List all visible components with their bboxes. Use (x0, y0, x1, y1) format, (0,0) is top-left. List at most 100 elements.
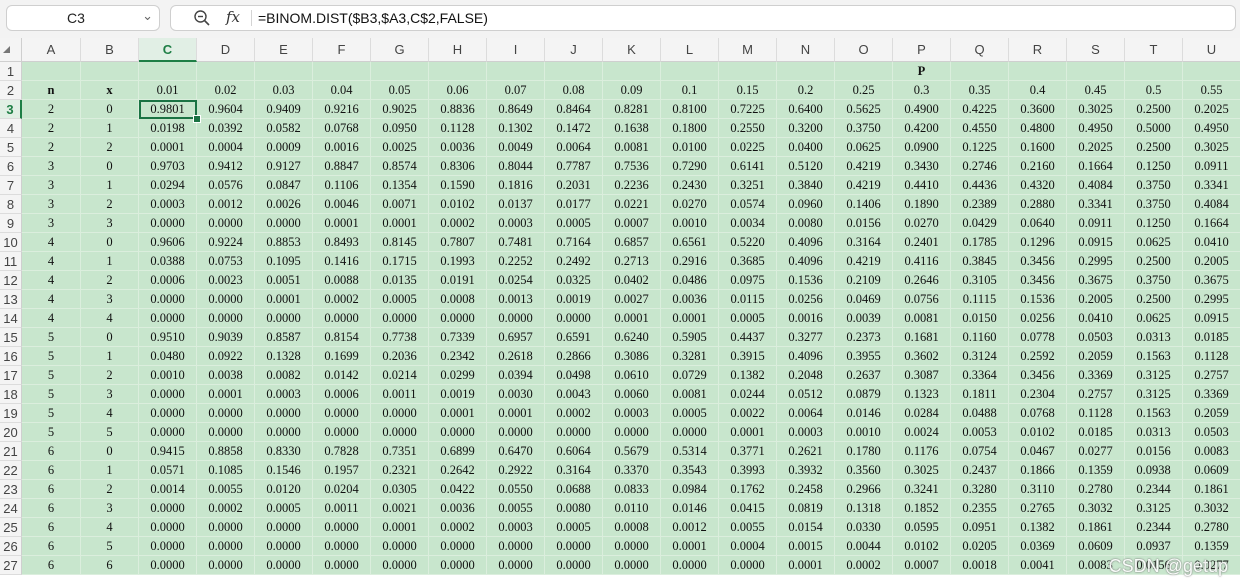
cell-r22[interactable]: 0.1866 (1009, 461, 1067, 480)
cell-r24[interactable]: 0.2765 (1009, 499, 1067, 518)
cell-e18[interactable]: 0.0003 (255, 385, 313, 404)
col-header-b[interactable]: B (81, 38, 139, 62)
cell-b22[interactable]: 1 (81, 461, 139, 480)
formula-text[interactable]: =BINOM.DIST($B3,$A3,C$2,FALSE) (258, 10, 488, 26)
cell-k14[interactable]: 0.0001 (603, 309, 661, 328)
cell-s22[interactable]: 0.1359 (1067, 461, 1125, 480)
cell-l11[interactable]: 0.2916 (661, 252, 719, 271)
cell-m17[interactable]: 0.1382 (719, 366, 777, 385)
cell-h18[interactable]: 0.0019 (429, 385, 487, 404)
row-header[interactable]: 27 (0, 556, 22, 575)
cell-h4[interactable]: 0.1128 (429, 119, 487, 138)
cell-j6[interactable]: 0.7787 (545, 157, 603, 176)
cell-a9[interactable]: 3 (22, 214, 81, 233)
cell-f18[interactable]: 0.0006 (313, 385, 371, 404)
cell-p5[interactable]: 0.0900 (893, 138, 951, 157)
cell-e11[interactable]: 0.1095 (255, 252, 313, 271)
cell-q18[interactable]: 0.1811 (951, 385, 1009, 404)
cell-a19[interactable]: 5 (22, 404, 81, 423)
cell-u18[interactable]: 0.3369 (1183, 385, 1240, 404)
cell-s26[interactable]: 0.0609 (1067, 537, 1125, 556)
cell-l12[interactable]: 0.0486 (661, 271, 719, 290)
cell-l22[interactable]: 0.3543 (661, 461, 719, 480)
cell-j14[interactable]: 0.0000 (545, 309, 603, 328)
cell-o6[interactable]: 0.4219 (835, 157, 893, 176)
cell-d1[interactable] (197, 62, 255, 81)
cell-c14[interactable]: 0.0000 (139, 309, 197, 328)
cell-n6[interactable]: 0.5120 (777, 157, 835, 176)
cell-l20[interactable]: 0.0000 (661, 423, 719, 442)
cell-r10[interactable]: 0.1296 (1009, 233, 1067, 252)
cell-b14[interactable]: 4 (81, 309, 139, 328)
cell-n24[interactable]: 0.0819 (777, 499, 835, 518)
col-header-p[interactable]: P (893, 38, 951, 62)
cell-l3[interactable]: 0.8100 (661, 100, 719, 119)
cell-e4[interactable]: 0.0582 (255, 119, 313, 138)
cell-r27[interactable]: 0.0041 (1009, 556, 1067, 575)
cell-s8[interactable]: 0.3341 (1067, 195, 1125, 214)
cell-p4[interactable]: 0.4200 (893, 119, 951, 138)
cell-a23[interactable]: 6 (22, 480, 81, 499)
cell-o11[interactable]: 0.4219 (835, 252, 893, 271)
cell-t11[interactable]: 0.2500 (1125, 252, 1183, 271)
cell-k17[interactable]: 0.0610 (603, 366, 661, 385)
cell-l23[interactable]: 0.0984 (661, 480, 719, 499)
cell-n8[interactable]: 0.0960 (777, 195, 835, 214)
cell-p13[interactable]: 0.0756 (893, 290, 951, 309)
cell-d23[interactable]: 0.0055 (197, 480, 255, 499)
cell-c26[interactable]: 0.0000 (139, 537, 197, 556)
cell-b12[interactable]: 2 (81, 271, 139, 290)
cell-d8[interactable]: 0.0012 (197, 195, 255, 214)
cell-m4[interactable]: 0.2550 (719, 119, 777, 138)
cell-u11[interactable]: 0.2005 (1183, 252, 1240, 271)
cell-r16[interactable]: 0.2592 (1009, 347, 1067, 366)
col-header-a[interactable]: A (22, 38, 81, 62)
cell-g2[interactable]: 0.05 (371, 81, 429, 100)
cell-o16[interactable]: 0.3955 (835, 347, 893, 366)
cell-f20[interactable]: 0.0000 (313, 423, 371, 442)
cell-b16[interactable]: 1 (81, 347, 139, 366)
cell-l10[interactable]: 0.6561 (661, 233, 719, 252)
cell-p22[interactable]: 0.3025 (893, 461, 951, 480)
cell-s5[interactable]: 0.2025 (1067, 138, 1125, 157)
cell-o9[interactable]: 0.0156 (835, 214, 893, 233)
cell-d3[interactable]: 0.9604 (197, 100, 255, 119)
cell-f15[interactable]: 0.8154 (313, 328, 371, 347)
cell-k15[interactable]: 0.6240 (603, 328, 661, 347)
row-header[interactable]: 23 (0, 480, 22, 499)
cell-j10[interactable]: 0.7164 (545, 233, 603, 252)
cell-i2[interactable]: 0.07 (487, 81, 545, 100)
cell-i26[interactable]: 0.0000 (487, 537, 545, 556)
cell-o23[interactable]: 0.2966 (835, 480, 893, 499)
cell-n11[interactable]: 0.4096 (777, 252, 835, 271)
cell-t4[interactable]: 0.5000 (1125, 119, 1183, 138)
cell-k20[interactable]: 0.0000 (603, 423, 661, 442)
cell-a24[interactable]: 6 (22, 499, 81, 518)
cell-f6[interactable]: 0.8847 (313, 157, 371, 176)
cell-b8[interactable]: 2 (81, 195, 139, 214)
cell-m23[interactable]: 0.1762 (719, 480, 777, 499)
cell-t20[interactable]: 0.0313 (1125, 423, 1183, 442)
cell-c23[interactable]: 0.0014 (139, 480, 197, 499)
cell-i22[interactable]: 0.2922 (487, 461, 545, 480)
cell-t12[interactable]: 0.3750 (1125, 271, 1183, 290)
cell-h16[interactable]: 0.2342 (429, 347, 487, 366)
cell-i11[interactable]: 0.2252 (487, 252, 545, 271)
cell-g9[interactable]: 0.0001 (371, 214, 429, 233)
cell-u17[interactable]: 0.2757 (1183, 366, 1240, 385)
cell-j20[interactable]: 0.0000 (545, 423, 603, 442)
cell-q5[interactable]: 0.1225 (951, 138, 1009, 157)
cell-e1[interactable] (255, 62, 313, 81)
cell-q12[interactable]: 0.3105 (951, 271, 1009, 290)
cell-e9[interactable]: 0.0000 (255, 214, 313, 233)
cell-e27[interactable]: 0.0000 (255, 556, 313, 575)
cell-d6[interactable]: 0.9412 (197, 157, 255, 176)
cell-a2[interactable]: n (22, 81, 81, 100)
cell-c22[interactable]: 0.0571 (139, 461, 197, 480)
cell-o20[interactable]: 0.0010 (835, 423, 893, 442)
cell-f11[interactable]: 0.1416 (313, 252, 371, 271)
cell-u14[interactable]: 0.0915 (1183, 309, 1240, 328)
cell-s3[interactable]: 0.3025 (1067, 100, 1125, 119)
cell-l24[interactable]: 0.0146 (661, 499, 719, 518)
cell-c8[interactable]: 0.0003 (139, 195, 197, 214)
